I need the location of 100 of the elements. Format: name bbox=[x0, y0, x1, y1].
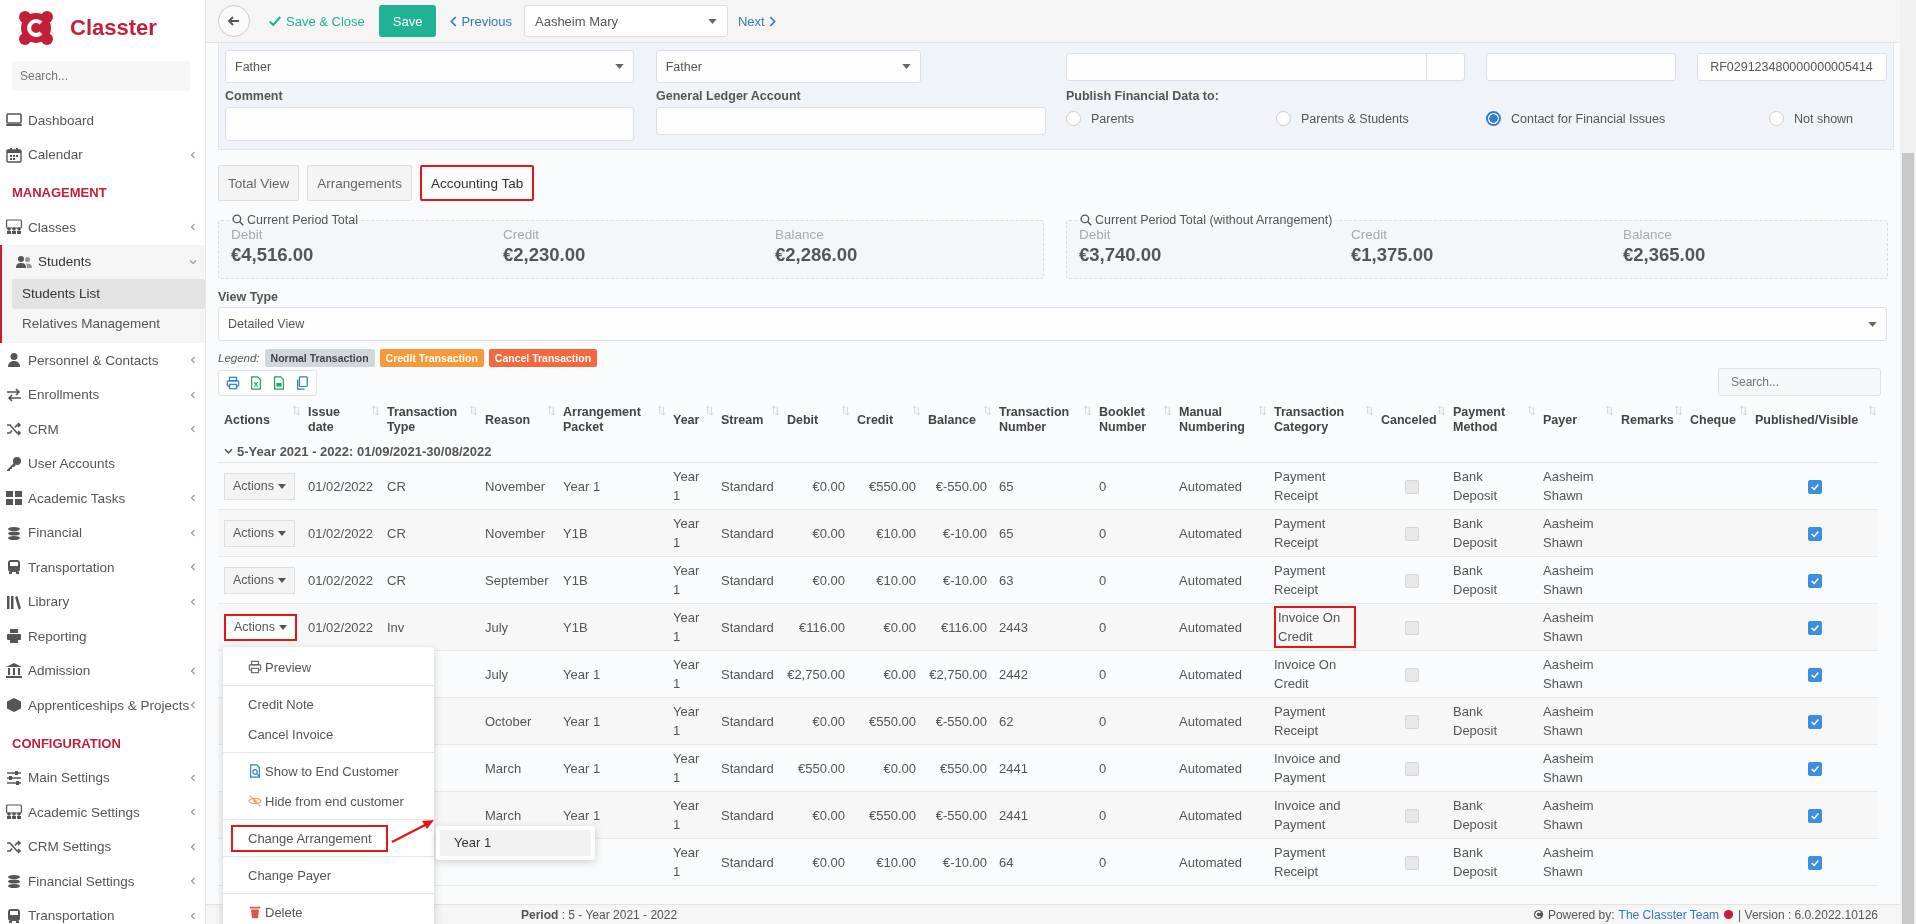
sidebar-item[interactable]: Academic Settings bbox=[0, 795, 205, 830]
menu-item[interactable]: Change Arrangement bbox=[231, 824, 388, 852]
checkbox[interactable] bbox=[1807, 668, 1822, 683]
actions-button[interactable]: Actions bbox=[224, 566, 295, 594]
relation-select[interactable]: Father bbox=[225, 50, 634, 83]
sidebar-item[interactable]: Transportation bbox=[0, 550, 205, 585]
scrollbar[interactable] bbox=[1900, 0, 1916, 924]
sort-icon[interactable] bbox=[1675, 406, 1682, 415]
input-field[interactable] bbox=[1065, 52, 1466, 81]
column-header[interactable]: Actions bbox=[224, 412, 290, 428]
column-header[interactable]: Arrangement Packet bbox=[563, 405, 655, 435]
checkbox[interactable] bbox=[1807, 856, 1822, 871]
checkbox[interactable] bbox=[1807, 574, 1822, 589]
search-field[interactable]: Search... bbox=[12, 61, 190, 91]
column-header[interactable]: Debit bbox=[787, 412, 839, 428]
file-icon[interactable] bbox=[272, 376, 286, 390]
sidebar-item[interactable]: Calendar bbox=[0, 137, 205, 172]
column-header[interactable]: Credit bbox=[857, 412, 910, 428]
column-header[interactable]: Manual Numbering bbox=[1179, 405, 1256, 435]
sidebar-item[interactable]: Transportation bbox=[0, 898, 205, 924]
actions-button[interactable]: Actions bbox=[224, 472, 295, 500]
sort-icon[interactable] bbox=[1869, 406, 1876, 415]
column-header[interactable]: Payment Method bbox=[1453, 405, 1525, 435]
sort-icon[interactable] bbox=[548, 406, 555, 415]
sidebar-item[interactable]: CRM bbox=[0, 412, 205, 447]
actions-button[interactable]: Actions bbox=[224, 519, 295, 547]
column-header[interactable]: Transaction Type bbox=[387, 405, 467, 435]
column-header[interactable]: Booklet Number bbox=[1099, 405, 1161, 435]
tab[interactable]: Total View bbox=[218, 165, 300, 201]
sort-icon[interactable] bbox=[1084, 406, 1091, 415]
menu-item[interactable]: Change Payer bbox=[231, 863, 332, 887]
search-field[interactable]: Search... bbox=[1718, 368, 1881, 396]
ledger-field[interactable] bbox=[656, 107, 1046, 135]
radio-button[interactable] bbox=[1486, 111, 1501, 126]
checkbox[interactable] bbox=[1807, 621, 1822, 636]
printer-icon[interactable] bbox=[226, 376, 240, 390]
column-header[interactable]: Cheque bbox=[1690, 412, 1737, 428]
sidebar-item[interactable]: Academic Tasks bbox=[0, 481, 205, 516]
sort-icon[interactable] bbox=[1259, 406, 1266, 415]
column-header[interactable]: Published/Visible bbox=[1755, 412, 1866, 428]
sort-icon[interactable] bbox=[658, 406, 665, 415]
tab[interactable]: Arrangements bbox=[307, 165, 413, 201]
column-header[interactable]: Stream bbox=[721, 412, 769, 428]
sidebar-item[interactable]: Admission bbox=[0, 653, 205, 688]
relation-select[interactable]: Father bbox=[655, 50, 921, 83]
radio-button[interactable] bbox=[1769, 111, 1784, 126]
sidebar-item[interactable]: Financial Settings bbox=[0, 864, 205, 899]
radio-button[interactable] bbox=[1066, 111, 1081, 126]
reference-field[interactable]: RF029123480000000005414 bbox=[1697, 52, 1887, 81]
view-type-select[interactable]: Detailed View bbox=[218, 307, 1887, 341]
sidebar-item[interactable]: Main Settings bbox=[0, 760, 205, 795]
sidebar-subitem[interactable]: Relatives Management bbox=[12, 309, 205, 339]
sidebar-item[interactable]: Library bbox=[0, 584, 205, 619]
sort-icon[interactable] bbox=[372, 406, 379, 415]
column-header[interactable]: Transaction Category bbox=[1274, 405, 1363, 435]
sidebar-item[interactable]: Reporting bbox=[0, 619, 205, 654]
column-header[interactable]: Transaction Number bbox=[999, 405, 1081, 435]
sort-icon[interactable] bbox=[984, 406, 991, 415]
sidebar-item[interactable]: User Accounts bbox=[0, 446, 205, 481]
column-header[interactable]: Payer bbox=[1543, 412, 1603, 428]
next-link[interactable]: Next bbox=[738, 13, 776, 29]
menu-item[interactable]: Delete bbox=[231, 900, 303, 924]
sort-icon[interactable] bbox=[1528, 406, 1535, 415]
checkbox[interactable] bbox=[1807, 809, 1822, 824]
sidebar-item[interactable]: Dashboard bbox=[0, 103, 205, 138]
sort-icon[interactable] bbox=[470, 406, 477, 415]
copy-icon[interactable] bbox=[295, 376, 309, 390]
sidebar-item[interactable]: CRM Settings bbox=[0, 829, 205, 864]
sidebar-item[interactable]: Classes bbox=[0, 210, 205, 245]
column-header[interactable]: Remarks bbox=[1621, 412, 1672, 428]
sidebar-item[interactable]: Personnel & Contacts bbox=[0, 343, 205, 378]
back-button[interactable] bbox=[218, 5, 250, 37]
tab[interactable]: Accounting Tab bbox=[420, 165, 535, 201]
input-field[interactable] bbox=[1486, 52, 1677, 81]
sort-icon[interactable] bbox=[1164, 406, 1171, 415]
sort-icon[interactable] bbox=[842, 406, 849, 415]
column-header[interactable]: Year bbox=[673, 412, 703, 428]
menu-item[interactable]: Credit Note bbox=[231, 692, 314, 716]
checkbox[interactable] bbox=[1807, 480, 1822, 495]
sidebar-item[interactable]: Students bbox=[2, 244, 205, 279]
menu-item[interactable]: Cancel Invoice bbox=[231, 722, 334, 746]
checkbox[interactable] bbox=[1807, 762, 1822, 777]
actions-button[interactable]: Actions bbox=[224, 613, 297, 641]
sort-icon[interactable] bbox=[913, 406, 920, 415]
record-select[interactable]: Aasheim Mary bbox=[524, 5, 728, 37]
sort-icon[interactable] bbox=[1366, 406, 1373, 415]
sidebar-item[interactable]: Financial bbox=[0, 515, 205, 550]
sidebar-item[interactable]: Enrollments bbox=[0, 377, 205, 412]
team-link[interactable]: The Classter Team bbox=[1618, 907, 1720, 922]
sort-icon[interactable] bbox=[1606, 406, 1613, 415]
comment-field[interactable] bbox=[225, 107, 634, 141]
column-header[interactable]: Issue date bbox=[308, 405, 369, 435]
menu-item[interactable]: Preview bbox=[231, 655, 312, 679]
radio-button[interactable] bbox=[1276, 111, 1291, 126]
sidebar-subitem[interactable]: Students List bbox=[12, 279, 205, 309]
sort-icon[interactable] bbox=[1438, 406, 1445, 415]
menu-item[interactable]: Hide from end customer bbox=[231, 789, 404, 813]
sort-icon[interactable] bbox=[293, 406, 300, 415]
menu-item[interactable]: Year 1 bbox=[440, 830, 591, 856]
sort-icon[interactable] bbox=[706, 406, 713, 415]
